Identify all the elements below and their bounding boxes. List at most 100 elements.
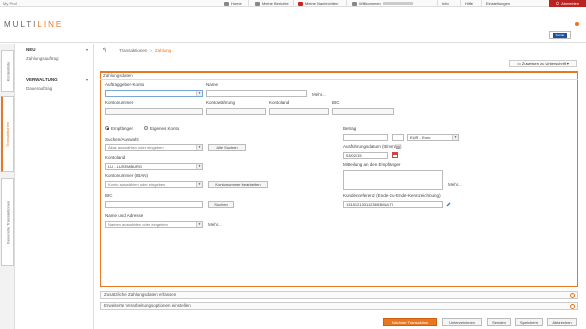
kontoland-value: LU - LUXEMBURG (108, 164, 143, 169)
nav-item-dauerauftrag[interactable]: Dauerauftrag (26, 86, 52, 91)
zusatz-section-header[interactable]: Zusätzliche Zahlungsdaten erfassen ⌃ (100, 291, 578, 299)
signature-icon: ▭ (517, 61, 521, 66)
iban-select[interactable]: Konto auswählen oder eingeben ▾ (105, 181, 203, 188)
date-value: 03/02/15 (346, 153, 362, 158)
tab-generelle-label: Generelle Transaktionen (5, 200, 10, 244)
mehr3-link[interactable]: Mehr... (448, 182, 462, 187)
mehr-link[interactable]: Mehr... (312, 92, 326, 97)
name-label: Name (206, 82, 219, 87)
panel-divider (100, 79, 578, 80)
mitteilung-textarea[interactable] (343, 170, 443, 190)
bic2-field[interactable] (105, 201, 203, 208)
kundenreferenz-field[interactable]: 1315121331123653MULTI (343, 201, 443, 208)
nav-hilfe[interactable]: Hilfe (465, 1, 473, 6)
nav-messages[interactable]: Meine Nachrichten (298, 1, 338, 6)
name-field[interactable] (206, 90, 307, 97)
radio-eigenes-konto[interactable] (144, 126, 148, 130)
nav-item-zahlungsauftrag[interactable]: Zahlungsauftrag (26, 56, 59, 61)
abbrechen-button[interactable]: Abbrechen (547, 318, 577, 326)
date-field[interactable]: 03/02/15 (343, 152, 388, 159)
kontoland-label: Kontoland (269, 100, 290, 105)
tab-kontenliste[interactable]: Kontenliste (1, 50, 14, 92)
calendar-icon[interactable] (392, 152, 398, 158)
suchen-label: Suchen/Auswahl (105, 137, 139, 142)
chevron-down-icon: ▾ (566, 61, 569, 66)
logo-part1: MULTI (4, 20, 38, 29)
bic2-label: BIC (105, 193, 113, 198)
chevron-up-icon: ⌃ (570, 303, 575, 309)
iban-placeholder: Konto auswählen oder eingeben (108, 182, 166, 187)
vertical-tabs: Kontenliste Transaktionen Generelle Tran… (0, 44, 15, 329)
nav-reports-label: Meine Berichte (262, 1, 289, 6)
senden-button[interactable]: Senden (487, 318, 511, 326)
chevron-down-icon: ▾ (196, 145, 202, 150)
power-icon: ⏻ (555, 1, 560, 6)
nav-info-label: Info (442, 1, 449, 6)
betrag-field[interactable] (343, 134, 388, 141)
alle-suchen-button[interactable]: Alle Suchen (208, 144, 246, 151)
nav-home[interactable]: Home (224, 1, 242, 6)
kundenreferenz-value: 1315121331123653MULTI (346, 202, 393, 207)
kontonummer-bearbeiten-button[interactable]: Kontonummer bearbeiten (208, 181, 268, 188)
assign-signature-dropdown[interactable]: ▭ Zuweisen zu Unterschrift ▾ (509, 60, 577, 67)
chevron-down-icon[interactable]: ▾ (86, 47, 88, 52)
kontoland-select[interactable]: LU - LUXEMBURG ▾ (105, 163, 203, 170)
erweitert-section-label: Erweiterte Verarbeitungsoptionen einstel… (104, 303, 191, 308)
kontoland2-label: Kontoland (105, 155, 126, 160)
radio-empfaenger[interactable] (105, 126, 109, 130)
bic-field (332, 108, 394, 115)
left-nav: NEU ▾ Zahlungsauftrag VERWALTUNG ▾ Dauer… (16, 44, 94, 329)
nav-home-label: Home (231, 1, 242, 6)
iban-label: Kontonummer (IBAN) (105, 173, 149, 178)
next-transaction-button[interactable]: Nächste Transaktion (383, 318, 437, 326)
speichern-button[interactable]: Speichern (515, 318, 543, 326)
home-icon (224, 1, 229, 6)
nav-hilfe-label: Hilfe (465, 1, 474, 6)
customer-switch[interactable]: Kunde (549, 31, 571, 39)
nav-info[interactable]: Info (442, 1, 449, 6)
chevron-up-icon: ⌃ (570, 292, 575, 298)
chevron-down-icon: ▾ (196, 222, 202, 227)
chevron-down-icon[interactable]: ▾ (86, 77, 88, 82)
auftraggeber-select[interactable]: ▾ (105, 90, 203, 97)
name-adresse-label: Name und Adresse (105, 213, 144, 218)
alias-select[interactable]: Alias auswählen oder eingeben ▾ (105, 144, 203, 151)
profile-label[interactable]: My Prof (3, 1, 17, 6)
logout-label: Abmelden (561, 1, 580, 6)
unterzeichnen-button[interactable]: Unterzeichnen (442, 318, 482, 326)
breadcrumb: ↰ Transaktionen › Zahlung (102, 47, 171, 54)
divider (437, 0, 438, 7)
kontonummer-label: Kontonummer (105, 100, 134, 105)
alias-placeholder: Alias auswählen oder eingeben (108, 145, 164, 150)
breadcrumb-transaktionen[interactable]: Transaktionen (119, 48, 147, 53)
mitteilung-label: Mitteilung an den Empfänger (343, 162, 401, 167)
currency-select[interactable]: EUR - Euro ▾ (407, 134, 459, 141)
name-adresse-select[interactable]: Namen auswählen oder eingeben ▾ (105, 221, 203, 228)
nav-section-verwaltung: VERWALTUNG (26, 77, 58, 82)
divider (248, 0, 249, 7)
mehr2-link[interactable]: Mehr... (208, 222, 222, 227)
nav-settings-label: Einstellungen (486, 1, 511, 6)
auftraggeber-label: Auftraggeber-Konto (105, 82, 145, 87)
pencil-icon[interactable] (446, 202, 451, 207)
divider (481, 0, 482, 7)
divider (293, 0, 294, 7)
user-icon (352, 1, 357, 6)
nav-reports[interactable]: Meine Berichte (255, 1, 289, 6)
divider (346, 0, 347, 7)
nav-section-neu: NEU (26, 47, 36, 52)
erweitert-section-header[interactable]: Erweiterte Verarbeitungsoptionen einstel… (100, 302, 578, 310)
bic-suchen-button[interactable]: Suchen (208, 201, 234, 208)
back-icon[interactable]: ↰ (102, 47, 107, 54)
betrag-decimal-field[interactable] (392, 134, 404, 141)
breadcrumb-zahlung: Zahlung (154, 48, 172, 53)
radio-empfaenger-label: Empfänger (111, 126, 134, 131)
divider (460, 0, 461, 7)
nav-settings[interactable]: Einstellungen (486, 1, 510, 6)
logout-button[interactable]: ⏻ Abmelden (549, 0, 586, 7)
nav-welcome[interactable]: Willkommen (352, 1, 413, 6)
tab-generelle-transaktionen[interactable]: Generelle Transaktionen (1, 178, 14, 266)
kundenreferenz-label: Kundenreferenz (Ende-zu-Ende-Kennzeichnu… (343, 193, 441, 198)
tab-transaktionen[interactable]: Transaktionen (1, 96, 14, 172)
chevron-right-icon: › (150, 48, 152, 53)
